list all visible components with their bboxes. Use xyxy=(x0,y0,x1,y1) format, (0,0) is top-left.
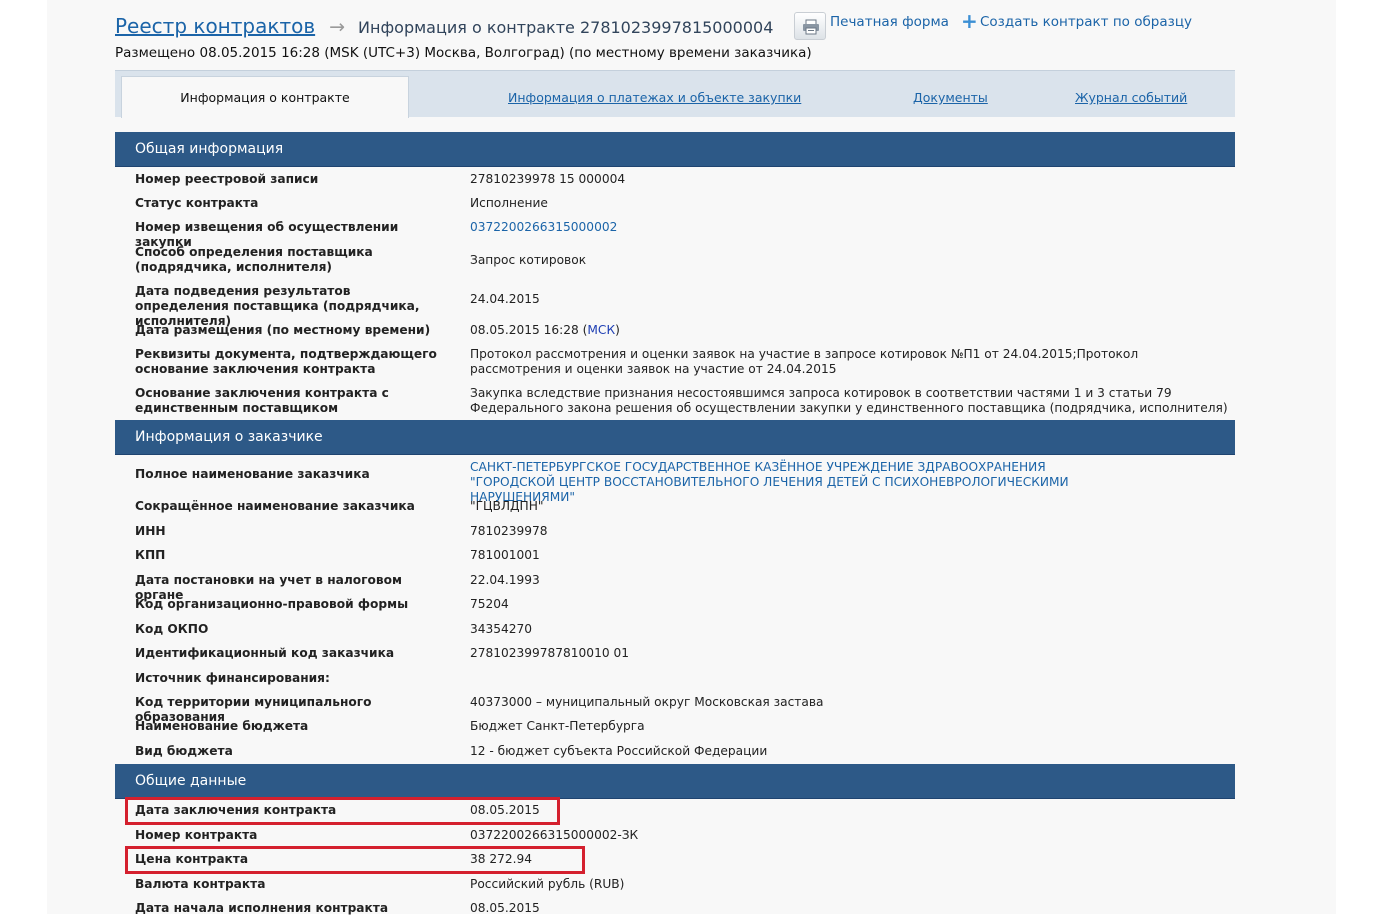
row-value: Российский рубль (RUB) xyxy=(470,877,625,891)
tab-bar: Информация о контракте Информация о плат… xyxy=(115,70,1235,118)
print-form-link[interactable]: Печатная форма xyxy=(830,14,949,30)
posted-date: Размещено 08.05.2015 16:28 (MSK (UTC+3) … xyxy=(115,45,812,61)
section-general-header: Общая информация xyxy=(115,132,1235,167)
row-value: Исполнение xyxy=(470,196,548,210)
placement-datetime: 08.05.2015 16:28 xyxy=(470,323,579,337)
row-value: Бюджет Санкт-Петербурга xyxy=(470,719,645,733)
row-value: 40373000 – муниципальный округ Московска… xyxy=(470,695,824,709)
row-label: Полное наименование заказчика xyxy=(135,467,370,481)
row-value: 24.04.2015 xyxy=(470,292,540,306)
row-value: Запрос котировок xyxy=(470,253,587,267)
row-value: Закупка вследствие признания несостоявши… xyxy=(470,386,1228,415)
row-label: Валюта контракта xyxy=(135,877,266,891)
row-value: "ГЦВЛДПН" xyxy=(470,499,544,513)
highlight-box-contract-date xyxy=(125,797,560,825)
tz-paren-close: ) xyxy=(615,323,620,337)
row-label: Статус контракта xyxy=(135,196,259,210)
row-value: 75204 xyxy=(470,597,509,611)
row-label: Сокращённое наименование заказчика xyxy=(135,499,415,513)
row-label: Номер контракта xyxy=(135,828,258,842)
arrow-right-icon: → xyxy=(329,16,346,38)
row-value: Протокол рассмотрения и оценки заявок на… xyxy=(470,347,1139,376)
row-label: Вид бюджета xyxy=(135,744,233,758)
tab-contract-info[interactable]: Информация о контракте xyxy=(121,76,409,118)
print-button[interactable] xyxy=(794,12,826,40)
row-label: Основание заключения контракта с единств… xyxy=(135,386,389,415)
row-value: 34354270 xyxy=(470,622,533,636)
row-label: Код ОКПО xyxy=(135,622,209,636)
row-value: 781001001 xyxy=(470,548,540,562)
tab-documents[interactable]: Документы xyxy=(913,90,988,105)
row-value: 22.04.1993 xyxy=(470,573,540,587)
row-label: Дата размещения (по местному времени) xyxy=(135,323,431,337)
section-common-header: Общие данные xyxy=(115,764,1235,799)
row-value: 12 - бюджет субъекта Российской Федераци… xyxy=(470,744,768,758)
create-contract-by-template-link[interactable]: Создать контракт по образцу xyxy=(980,14,1192,30)
row-label: Идентификационный код заказчика xyxy=(135,646,395,660)
row-label: Способ определения поставщика (подрядчик… xyxy=(135,245,373,274)
purchase-notice-link[interactable]: 0372200266315000002 xyxy=(470,220,1230,235)
row-label: Номер реестровой записи xyxy=(135,172,319,186)
row-value: 278102399787810010 01 xyxy=(470,646,629,660)
tab-event-log[interactable]: Журнал событий xyxy=(1075,90,1187,105)
plus-icon[interactable]: + xyxy=(961,11,978,31)
breadcrumb-contract-registry-link[interactable]: Реестр контрактов xyxy=(115,14,315,38)
row-label: Источник финансирования: xyxy=(135,671,330,685)
highlight-box-contract-price xyxy=(125,846,585,874)
row-label: Код организационно-правовой формы xyxy=(135,597,409,611)
row-value: 7810239978 xyxy=(470,524,548,538)
printer-icon xyxy=(803,19,819,35)
tab-payments-info[interactable]: Информация о платежах и объекте закупки xyxy=(508,90,801,105)
section-customer-header: Информация о заказчике xyxy=(115,420,1235,455)
row-label: КПП xyxy=(135,548,166,562)
row-value: 08.05.2015 16:28 (МСК) xyxy=(470,323,1230,338)
breadcrumb: Реестр контрактов → Информация о контракте… xyxy=(115,14,773,38)
row-value: 0372200266315000002-ЗК xyxy=(470,828,639,842)
row-label: Наименование бюджета xyxy=(135,719,309,733)
row-label: ИНН xyxy=(135,524,166,538)
row-label: Реквизиты документа, подтверждающего осн… xyxy=(135,347,437,376)
timezone-link[interactable]: МСК xyxy=(587,323,615,337)
page-title: Информация о контракте 27810239978150000… xyxy=(358,18,774,37)
row-value: 27810239978 15 000004 xyxy=(470,172,626,186)
row-value: 08.05.2015 xyxy=(470,803,540,817)
